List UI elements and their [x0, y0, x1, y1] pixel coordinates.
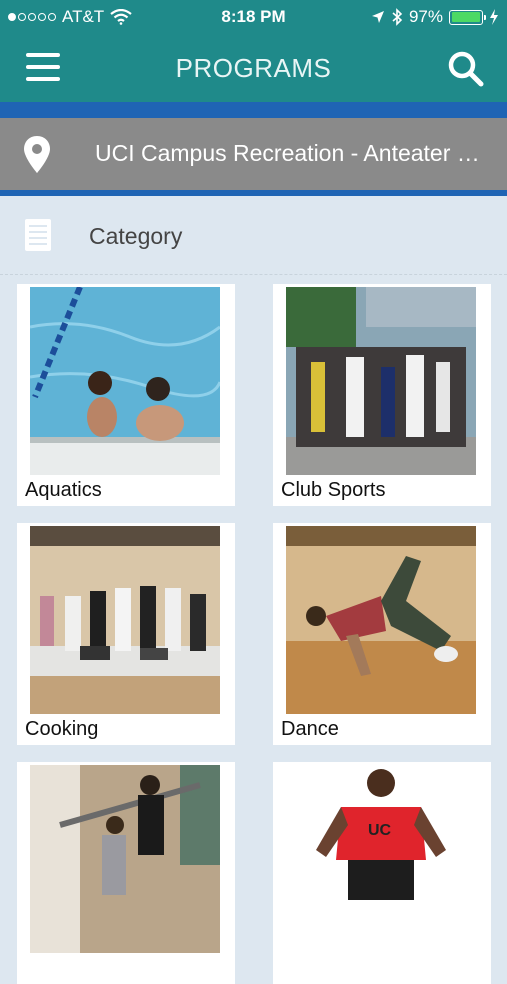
- program-card-club-sports[interactable]: Club Sports: [273, 284, 491, 506]
- program-label: Cooking: [25, 718, 99, 740]
- club-sports-photo: [286, 287, 476, 475]
- search-icon[interactable]: [447, 50, 485, 88]
- location-selector[interactable]: UCI Campus Recreation - Anteater R…: [0, 118, 507, 196]
- dance-photo: [286, 526, 476, 714]
- program-card-dance[interactable]: Dance: [273, 523, 491, 745]
- charging-icon: [490, 9, 498, 25]
- category-filter[interactable]: Category: [0, 196, 507, 275]
- battery-icon: [449, 9, 486, 25]
- location-pin-icon: [24, 136, 50, 173]
- status-bar: AT&T 8:18 PM 97%: [0, 0, 507, 34]
- accent-stripe: [0, 102, 507, 118]
- nav-bar: PROGRAMS: [0, 34, 507, 102]
- page-title: PROGRAMS: [175, 53, 332, 83]
- program-card-cooking[interactable]: Cooking: [17, 523, 235, 745]
- cooking-photo: [30, 526, 220, 714]
- battery-fill: [451, 12, 480, 22]
- program-label: Dance: [281, 718, 339, 740]
- program-label: Club Sports: [281, 479, 386, 501]
- svg-text:UC: UC: [368, 822, 392, 839]
- bluetooth-icon: [392, 8, 403, 26]
- program-5-photo: [30, 765, 220, 953]
- aquatics-photo: [30, 287, 220, 475]
- location-arrow-icon: [371, 11, 384, 23]
- location-name: UCI Campus Recreation - Anteater R…: [95, 140, 495, 166]
- program-card-5[interactable]: [17, 762, 235, 984]
- battery-percent: 97%: [408, 7, 443, 26]
- program-6-photo: UC: [286, 765, 476, 953]
- status-right: 97%: [371, 7, 499, 27]
- program-card-6[interactable]: UC: [273, 762, 491, 984]
- category-list-icon: [25, 219, 51, 251]
- category-label: Category: [89, 223, 183, 249]
- program-card-aquatics[interactable]: Aquatics: [17, 284, 235, 506]
- program-label: Aquatics: [25, 479, 102, 501]
